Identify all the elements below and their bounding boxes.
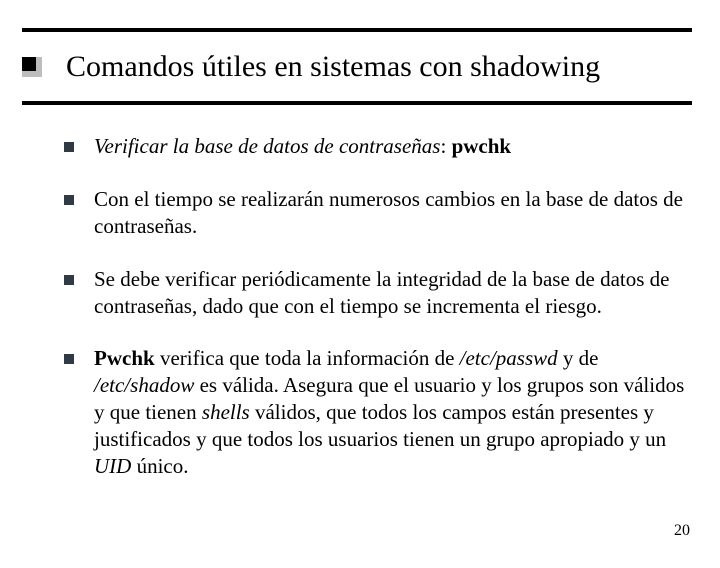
slide-body: Verificar la base de datos de contraseña… bbox=[22, 133, 692, 480]
text: único. bbox=[131, 454, 188, 478]
square-bullet-icon bbox=[64, 354, 74, 364]
path: /etc/shadow bbox=[94, 373, 194, 397]
command-name: Pwchk bbox=[94, 346, 155, 370]
title-row: Comandos útiles en sistemas con shadowin… bbox=[22, 32, 692, 101]
sep: : bbox=[440, 134, 451, 158]
bullet-text: Con el tiempo se realizarán numerosos ca… bbox=[94, 186, 692, 240]
slide-title: Comandos útiles en sistemas con shadowin… bbox=[66, 50, 600, 83]
bullet-text: Se debe verificar periódicamente la inte… bbox=[94, 266, 692, 320]
term: UID bbox=[94, 454, 131, 478]
text: y de bbox=[558, 346, 599, 370]
square-bullet-icon bbox=[64, 195, 74, 205]
bullet-text: Verificar la base de datos de contraseña… bbox=[94, 133, 511, 160]
square-bullet-icon bbox=[64, 142, 74, 152]
square-bullet-icon bbox=[64, 275, 74, 285]
text: verifica que toda la información de bbox=[155, 346, 460, 370]
bullet-text: Pwchk verifica que toda la información d… bbox=[94, 345, 692, 479]
square-bullet-icon bbox=[22, 57, 42, 77]
command-name: pwchk bbox=[452, 134, 512, 158]
rule-bottom bbox=[22, 101, 692, 105]
path: /etc/passwd bbox=[460, 346, 558, 370]
list-item: Se debe verificar periódicamente la inte… bbox=[64, 266, 692, 320]
list-item: Verificar la base de datos de contraseña… bbox=[64, 133, 692, 160]
slide: Comandos útiles en sistemas con shadowin… bbox=[0, 28, 720, 568]
list-item: Pwchk verifica que toda la información d… bbox=[64, 345, 692, 479]
page-number: 20 bbox=[674, 522, 690, 540]
term: shells bbox=[202, 400, 250, 424]
lead-phrase: Verificar la base de datos de contraseña… bbox=[94, 134, 440, 158]
list-item: Con el tiempo se realizarán numerosos ca… bbox=[64, 186, 692, 240]
